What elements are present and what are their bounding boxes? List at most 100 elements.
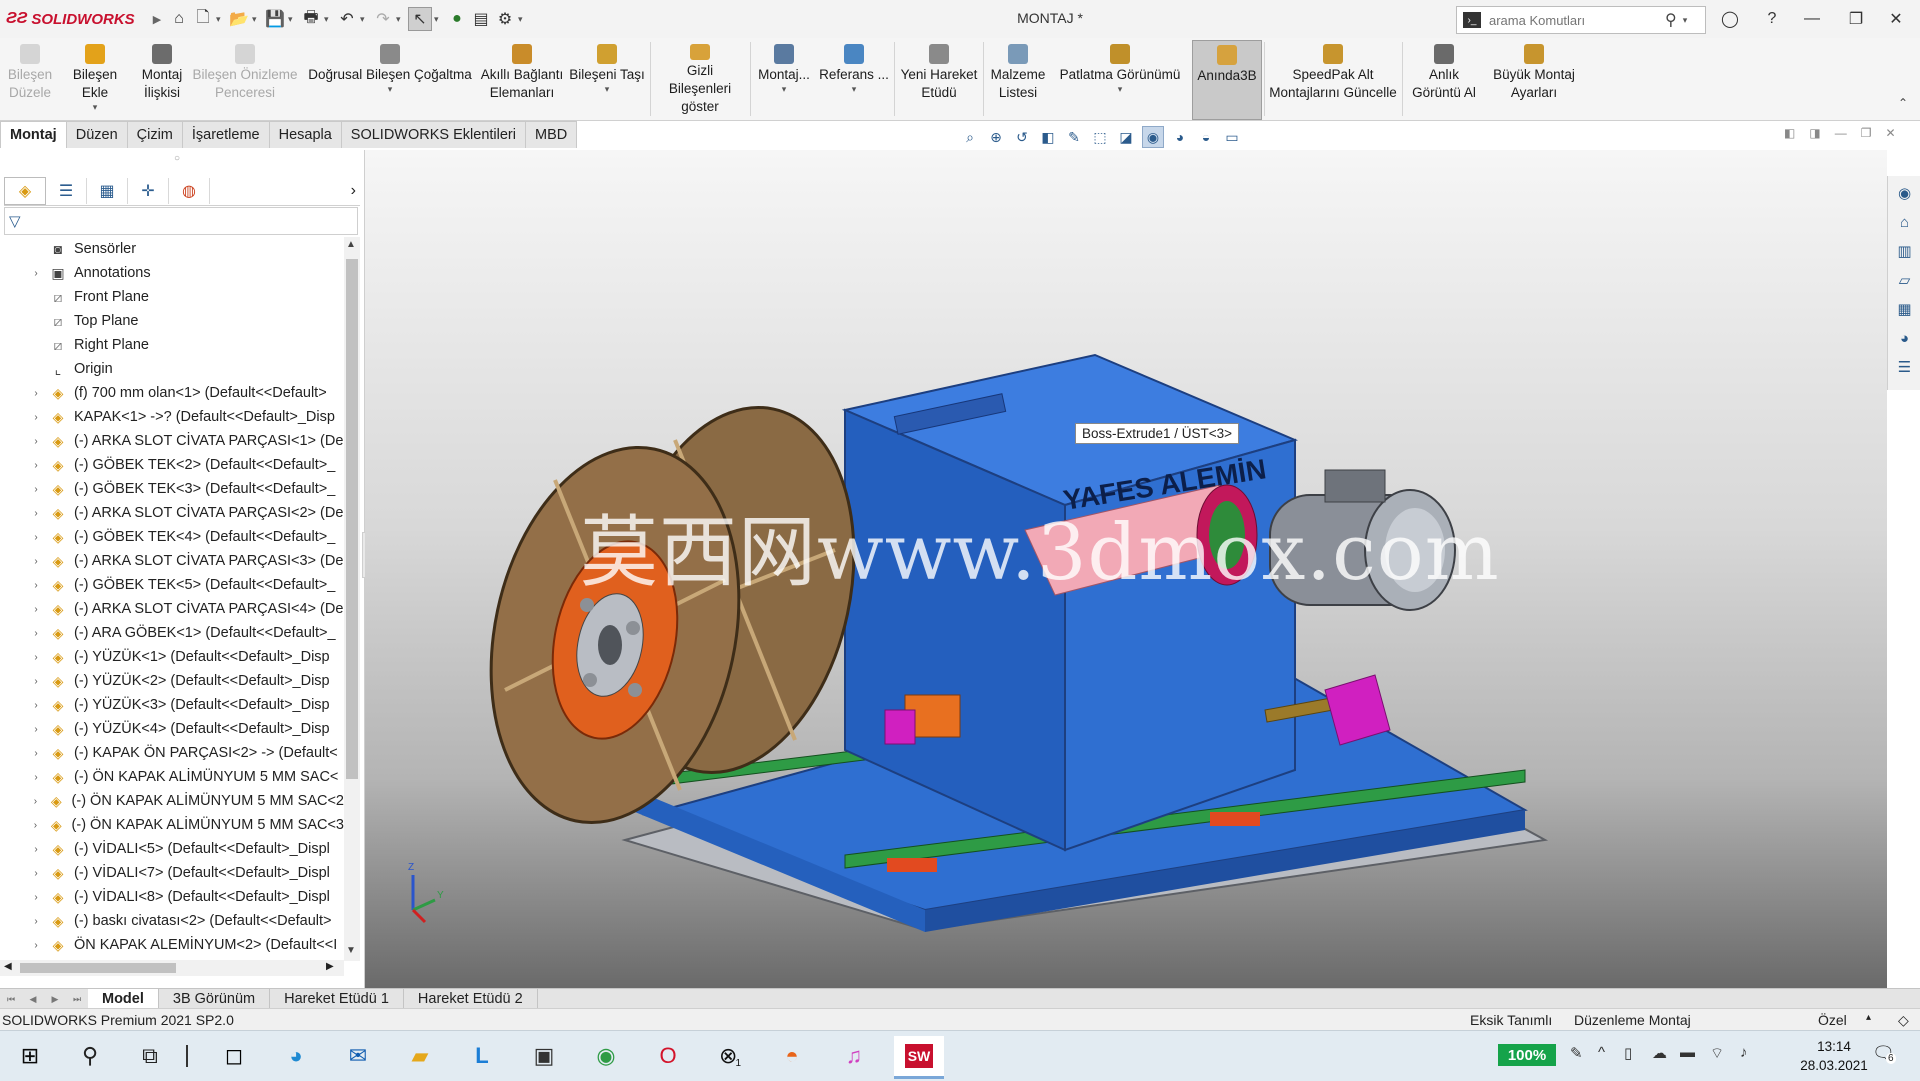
home-icon[interactable]: ⌂	[168, 8, 190, 30]
chevron-down-icon[interactable]: ▾	[1683, 15, 1688, 26]
xbox-icon[interactable]: ⊗ 1	[708, 1036, 752, 1076]
tree-vertical-scrollbar[interactable]: ▲ ▼	[344, 237, 360, 961]
first-tab-icon[interactable]: ⏮	[0, 990, 22, 1008]
select-icon[interactable]: ↖	[408, 7, 432, 31]
expand-arrow-icon[interactable]: ›	[28, 844, 44, 855]
tree-node[interactable]: ⧄ Front Plane	[0, 285, 344, 309]
wifi-icon[interactable]: ⌔	[1710, 1044, 1724, 1063]
chevron-down-icon[interactable]: ▾	[518, 14, 528, 25]
expand-arrow-icon[interactable]: ›	[28, 772, 44, 783]
large-assembly-button[interactable]: Büyük Montaj Ayarları	[1486, 44, 1582, 116]
tree-node[interactable]: ⌞ Origin	[0, 357, 344, 381]
tree-node[interactable]: › ◈ (-) VİDALI<7> (Default<<Default>_Displ	[0, 861, 344, 885]
chevron-down-icon[interactable]: ▾	[93, 102, 98, 112]
tree-node[interactable]: › ◈ (-) ARKA SLOT CİVATA PARÇASI<4> (De	[0, 597, 344, 621]
expand-arrow-icon[interactable]: ›	[28, 892, 44, 903]
bom-button[interactable]: Malzeme Listesi	[987, 44, 1049, 116]
expand-arrow-icon[interactable]: ›	[28, 268, 44, 279]
solidworks-icon[interactable]: SW	[894, 1036, 944, 1079]
expand-arrow-icon[interactable]: ›	[28, 724, 44, 735]
appearances-icon[interactable]: ◕	[1893, 326, 1917, 350]
chevron-down-icon[interactable]: ▾	[252, 14, 262, 25]
collapse-ribbon-icon[interactable]: ⌃	[1898, 96, 1908, 110]
reference-geometry-button[interactable]: Referans ... ▾	[818, 44, 890, 116]
expand-arrow-icon[interactable]: ›	[28, 580, 44, 591]
onedrive-icon[interactable]: ☁	[1652, 1044, 1667, 1062]
assembly-features-button[interactable]: Montaj... ▾	[754, 44, 814, 116]
section-view-icon[interactable]: ◧	[1038, 127, 1058, 147]
scroll-left-icon[interactable]: ◀	[4, 961, 12, 972]
panel-grip-icon[interactable]: ○	[174, 153, 180, 164]
tree-node[interactable]: › ◈ (-) KAPAK ÖN PARÇASI<2> -> (Default<	[0, 741, 344, 765]
tab-duzen[interactable]: Düzen	[65, 121, 128, 148]
close-icon[interactable]: ✕	[1876, 6, 1916, 32]
expand-arrow-icon[interactable]: ›	[28, 388, 44, 399]
battery-indicator[interactable]: 100%	[1498, 1044, 1556, 1066]
tree-node[interactable]: › ◈ (-) YÜZÜK<3> (Default<<Default>_Disp	[0, 693, 344, 717]
expand-arrow-icon[interactable]: ›	[28, 940, 44, 951]
filter-icon[interactable]: ▽	[9, 212, 21, 230]
chevron-down-icon[interactable]: ▾	[324, 14, 334, 25]
expand-arrow-icon[interactable]: ›	[28, 412, 44, 423]
mate-button[interactable]: Montaj İlişkisi	[136, 44, 188, 116]
scroll-right-icon[interactable]: ▶	[326, 961, 334, 972]
scroll-up-icon[interactable]: ▲	[346, 239, 356, 250]
close-icon[interactable]: ✕	[1885, 126, 1895, 140]
opera-icon[interactable]: O	[646, 1036, 690, 1076]
speedpak-button[interactable]: SpeedPak Alt Montajlarını Güncelle	[1268, 44, 1398, 116]
dynamic-annotation-icon[interactable]: ✎	[1064, 127, 1084, 147]
expand-arrow-icon[interactable]: ›	[28, 652, 44, 663]
tree-node[interactable]: › ◈ (-) GÖBEK TEK<3> (Default<<Default>_	[0, 477, 344, 501]
expand-arrow-icon[interactable]: ›	[28, 556, 44, 567]
tree-node[interactable]: › ▣ Annotations	[0, 261, 344, 285]
tab-montaj[interactable]: Montaj	[0, 121, 67, 148]
tree-node[interactable]: › ◈ (-) YÜZÜK<4> (Default<<Default>_Disp	[0, 717, 344, 741]
tablet-icon[interactable]: ▯	[1624, 1044, 1632, 1062]
edit-component-button[interactable]: Bileşen Düzele	[6, 44, 54, 116]
solidworks-resources-icon[interactable]: ◉	[1893, 181, 1917, 205]
view-palette-icon[interactable]: ▦	[1893, 297, 1917, 321]
print-icon[interactable]: 🖶	[300, 8, 322, 30]
tree-node[interactable]: ⧄ Top Plane	[0, 309, 344, 333]
dropbox-icon[interactable]: ◻	[212, 1036, 256, 1076]
search-icon[interactable]: ⚲	[68, 1036, 112, 1076]
tree-node[interactable]: ◙ Sensörler	[0, 237, 344, 261]
tree-node[interactable]: › ◈ (-) YÜZÜK<1> (Default<<Default>_Disp	[0, 645, 344, 669]
expand-arrow-icon[interactable]: ›	[28, 460, 44, 471]
tree-node[interactable]: › ◈ (-) ÖN KAPAK ALİMÜNYUM 5 MM SAC<	[0, 765, 344, 789]
tree-node[interactable]: › ◈ (-) ARKA SLOT CİVATA PARÇASI<2> (De	[0, 501, 344, 525]
battery-icon[interactable]: ▬	[1680, 1044, 1695, 1061]
property-manager-tab-icon[interactable]: ☰	[46, 178, 87, 204]
tree-node[interactable]: › ◈ (-) VİDALI<8> (Default<<Default>_Displ	[0, 885, 344, 909]
tab-3d-view[interactable]: 3B Görünüm	[159, 989, 271, 1009]
scrollbar-thumb[interactable]	[20, 963, 176, 973]
file-properties-icon[interactable]: ▤	[470, 8, 492, 30]
new-document-icon[interactable]: 🗋	[192, 8, 214, 30]
insert-component-button[interactable]: Bileşen Ekle ▾	[58, 44, 132, 116]
file-explorer-icon[interactable]: ▱	[1893, 268, 1917, 292]
tab-cizim[interactable]: Çizim	[126, 121, 183, 148]
chevron-down-icon[interactable]: ▾	[360, 14, 370, 25]
last-tab-icon[interactable]: ⏭	[66, 990, 88, 1008]
hide-show-items-icon[interactable]: ◉	[1142, 126, 1164, 148]
search-icon[interactable]: ⚲	[1665, 10, 1677, 30]
zoom-to-fit-icon[interactable]: ⌕	[960, 127, 980, 147]
chevron-down-icon[interactable]: ▾	[288, 14, 298, 25]
tree-node[interactable]: ⧄ Right Plane	[0, 333, 344, 357]
move-component-button[interactable]: Bileşeni Taşı ▾	[568, 44, 646, 116]
status-units[interactable]: Özel	[1818, 1012, 1847, 1028]
expand-arrow-icon[interactable]: ›	[28, 532, 44, 543]
prev-tab-icon[interactable]: ◀	[22, 990, 44, 1008]
tab-isaretleme[interactable]: İşaretleme	[181, 121, 270, 148]
instant3d-button[interactable]: Anında3B	[1192, 40, 1262, 120]
tree-node[interactable]: › ◈ (-) ARA GÖBEK<1> (Default<<Default>_	[0, 621, 344, 645]
snapshot-button[interactable]: Anlık Görüntü Al	[1406, 44, 1482, 116]
home-icon[interactable]: ⌂	[1893, 210, 1917, 234]
tree-node[interactable]: › ◈ (-) VİDALI<5> (Default<<Default>_Displ	[0, 837, 344, 861]
chevron-down-icon[interactable]: ▾	[1118, 84, 1123, 94]
expand-arrow-icon[interactable]: ›	[28, 628, 44, 639]
itunes-icon[interactable]: ♫	[832, 1036, 876, 1076]
edit-appearance-icon[interactable]: ◕	[1170, 127, 1190, 147]
expand-arrow-icon[interactable]: ›	[28, 604, 44, 615]
save-icon[interactable]: 💾	[264, 8, 286, 30]
